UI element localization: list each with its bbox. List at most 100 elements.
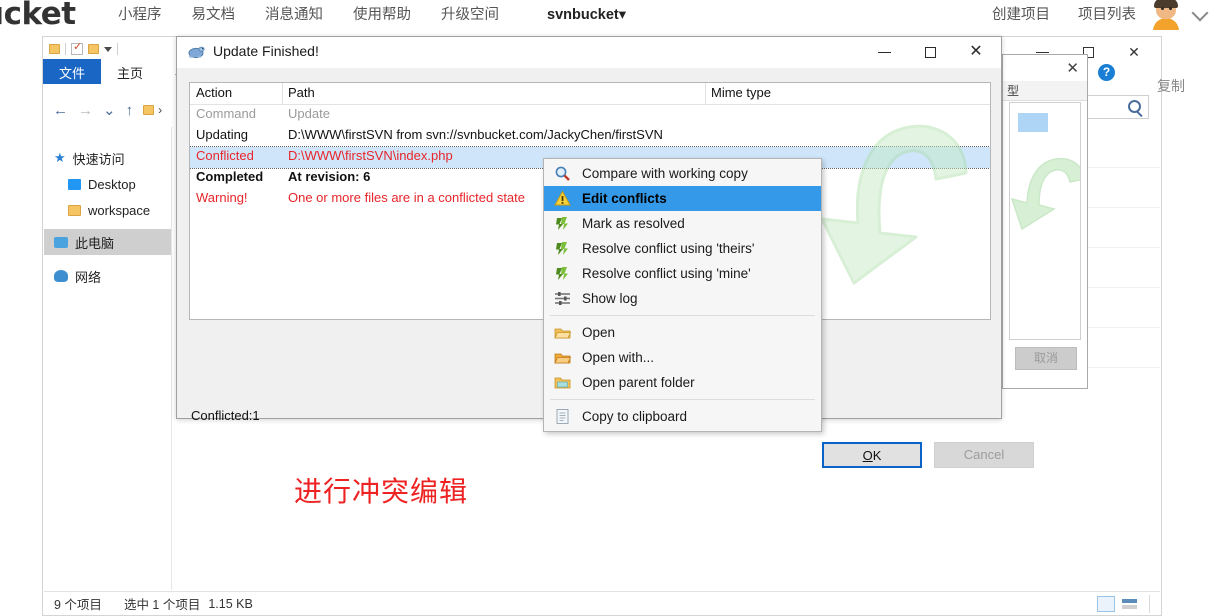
row-action: Command — [196, 106, 256, 121]
folder-icon[interactable] — [88, 44, 99, 54]
table-row[interactable]: Command Update — [190, 105, 990, 126]
folder-icon — [68, 204, 81, 216]
menu-item-open-parent-folder[interactable]: Open parent folder — [544, 370, 821, 395]
dialog-titlebar[interactable]: Update Finished! ✕ — [177, 37, 1001, 68]
magnifier-icon — [555, 166, 570, 181]
desktop-icon — [68, 178, 81, 190]
details-view-icon[interactable] — [1097, 596, 1115, 612]
menu-item-label: Open parent folder — [582, 375, 695, 390]
view-mode-icons — [1097, 595, 1150, 613]
nav-miniprogram[interactable]: 小程序 — [118, 4, 162, 26]
navigation-pane: ★ 快速访问 Desktop workspace 此电脑 网络 — [44, 127, 172, 590]
context-menu: Compare with working copy Edit conflicts… — [543, 158, 822, 432]
back-icon[interactable]: ← — [53, 102, 68, 119]
secondary-nav: 创建项目 项目列表 — [992, 4, 1136, 26]
row-path: D:\WWW\firstSVN from svn://svnbucket.com… — [288, 127, 663, 142]
primary-nav: 小程序 易文档 消息通知 使用帮助 升级空间 — [118, 4, 499, 26]
chevron-down-icon[interactable] — [1191, 4, 1209, 22]
column-divider[interactable] — [705, 83, 706, 105]
chevron-down-icon[interactable] — [104, 46, 112, 52]
menu-item-open-with[interactable]: Open with... — [544, 345, 821, 370]
conflict-count-label: Conflicted:1 — [191, 408, 260, 423]
menu-item-label: Resolve conflict using 'theirs' — [582, 241, 755, 256]
background-inner-window: ✕ 型 取消 — [1002, 54, 1088, 389]
divider — [1149, 595, 1150, 613]
column-header-path[interactable]: Path — [288, 85, 315, 100]
resolve-icon — [556, 217, 568, 230]
sidebar-item-workspace[interactable]: workspace — [44, 197, 171, 223]
dialog-close-button[interactable]: ✕ — [953, 37, 999, 67]
row-action: Warning! — [196, 190, 248, 205]
sidebar-item-label: Desktop — [88, 176, 136, 192]
menu-item-copy-to-clipboard[interactable]: Copy to clipboard — [544, 404, 821, 429]
menu-item-mark-as-resolved[interactable]: Mark as resolved — [544, 211, 821, 236]
nav-help[interactable]: 使用帮助 — [353, 4, 411, 26]
row-path: Update — [288, 106, 330, 121]
nav-notifications[interactable]: 消息通知 — [265, 4, 323, 26]
menu-item-resolve-using-theirs[interactable]: Resolve conflict using 'theirs' — [544, 236, 821, 261]
menu-separator — [550, 399, 815, 400]
tab-file[interactable]: 文件 — [43, 59, 102, 84]
nav-upgrade[interactable]: 升级空间 — [441, 4, 499, 26]
item-count-label: 9 个项目 — [54, 598, 102, 612]
inner-cancel-button[interactable]: 取消 — [1015, 347, 1077, 370]
listview-header: Action Path Mime type — [190, 83, 990, 105]
ok-button[interactable]: OK — [822, 442, 922, 468]
menu-item-edit-conflicts[interactable]: Edit conflicts — [544, 186, 821, 211]
copy-button[interactable]: 复制 — [1134, 73, 1208, 99]
close-icon[interactable]: ✕ — [1066, 59, 1079, 77]
checkbox-icon[interactable] — [71, 40, 83, 55]
annotation-text: 进行冲突编辑 — [294, 476, 469, 507]
row-action: Conflicted — [196, 148, 254, 163]
show-log-icon — [555, 292, 570, 305]
update-arrow-watermark — [1010, 157, 1080, 231]
column-header-mimetype[interactable]: Mime type — [711, 85, 771, 100]
open-with-icon — [554, 353, 571, 364]
menu-item-open[interactable]: Open — [544, 320, 821, 345]
breadcrumb[interactable]: › — [143, 103, 162, 117]
menu-item-label: Edit conflicts — [582, 191, 667, 206]
menu-item-label: Open with... — [582, 350, 655, 365]
nav-create-project[interactable]: 创建项目 — [992, 4, 1050, 26]
sidebar-item-network[interactable]: 网络 — [44, 263, 171, 289]
clipboard-icon — [556, 409, 569, 424]
conflict-warning-icon — [554, 190, 571, 206]
menu-item-compare-with-working-copy[interactable]: Compare with working copy — [544, 161, 821, 186]
menu-item-resolve-using-mine[interactable]: Resolve conflict using 'mine' — [544, 261, 821, 286]
menu-item-label: Open — [582, 325, 616, 340]
dialog-maximize-button[interactable] — [907, 37, 953, 67]
column-divider[interactable] — [282, 83, 283, 105]
open-folder-icon — [554, 328, 571, 339]
nav-project-list[interactable]: 项目列表 — [1078, 4, 1136, 26]
inner-column-header: 型 — [1003, 81, 1087, 101]
avatar[interactable] — [1150, 0, 1182, 30]
large-icons-view-icon[interactable] — [1121, 596, 1139, 612]
site-logo[interactable]: ucket — [0, 0, 76, 32]
help-icon[interactable]: ? — [1098, 64, 1115, 81]
toolbar-divider — [117, 43, 118, 55]
search-icon[interactable] — [1128, 100, 1141, 113]
dialog-minimize-button[interactable] — [861, 37, 907, 67]
cancel-button[interactable]: Cancel — [934, 442, 1034, 468]
row-path: At revision: 6 — [288, 169, 371, 184]
folder-icon[interactable] — [49, 44, 60, 54]
menu-item-show-log[interactable]: Show log — [544, 286, 821, 311]
sidebar-item-quick-access[interactable]: ★ 快速访问 — [44, 145, 171, 171]
recent-locations-icon[interactable]: ⌄ — [103, 101, 116, 119]
up-icon[interactable]: ↑ — [126, 102, 134, 119]
folder-icon — [143, 105, 155, 115]
table-row[interactable]: Updating D:\WWW\firstSVN from svn://svnb… — [190, 126, 990, 147]
column-header-action[interactable]: Action — [196, 85, 232, 100]
breadcrumb-separator: › — [158, 103, 163, 117]
row-path: D:\WWW\firstSVN\index.php — [288, 148, 453, 163]
inner-window-titlebar: ✕ — [1003, 55, 1087, 81]
inner-list-view[interactable] — [1009, 102, 1081, 340]
selection-label: 选中 1 个项目 — [123, 598, 201, 612]
tab-home[interactable]: 主页 — [101, 59, 159, 84]
nav-docs[interactable]: 易文档 — [192, 4, 236, 26]
forward-icon[interactable]: → — [78, 102, 93, 119]
sidebar-item-this-pc[interactable]: 此电脑 — [44, 229, 171, 255]
sidebar-item-desktop[interactable]: Desktop — [44, 171, 171, 197]
project-dropdown[interactable]: svnbucket▾ — [547, 4, 626, 26]
network-icon — [54, 270, 68, 282]
